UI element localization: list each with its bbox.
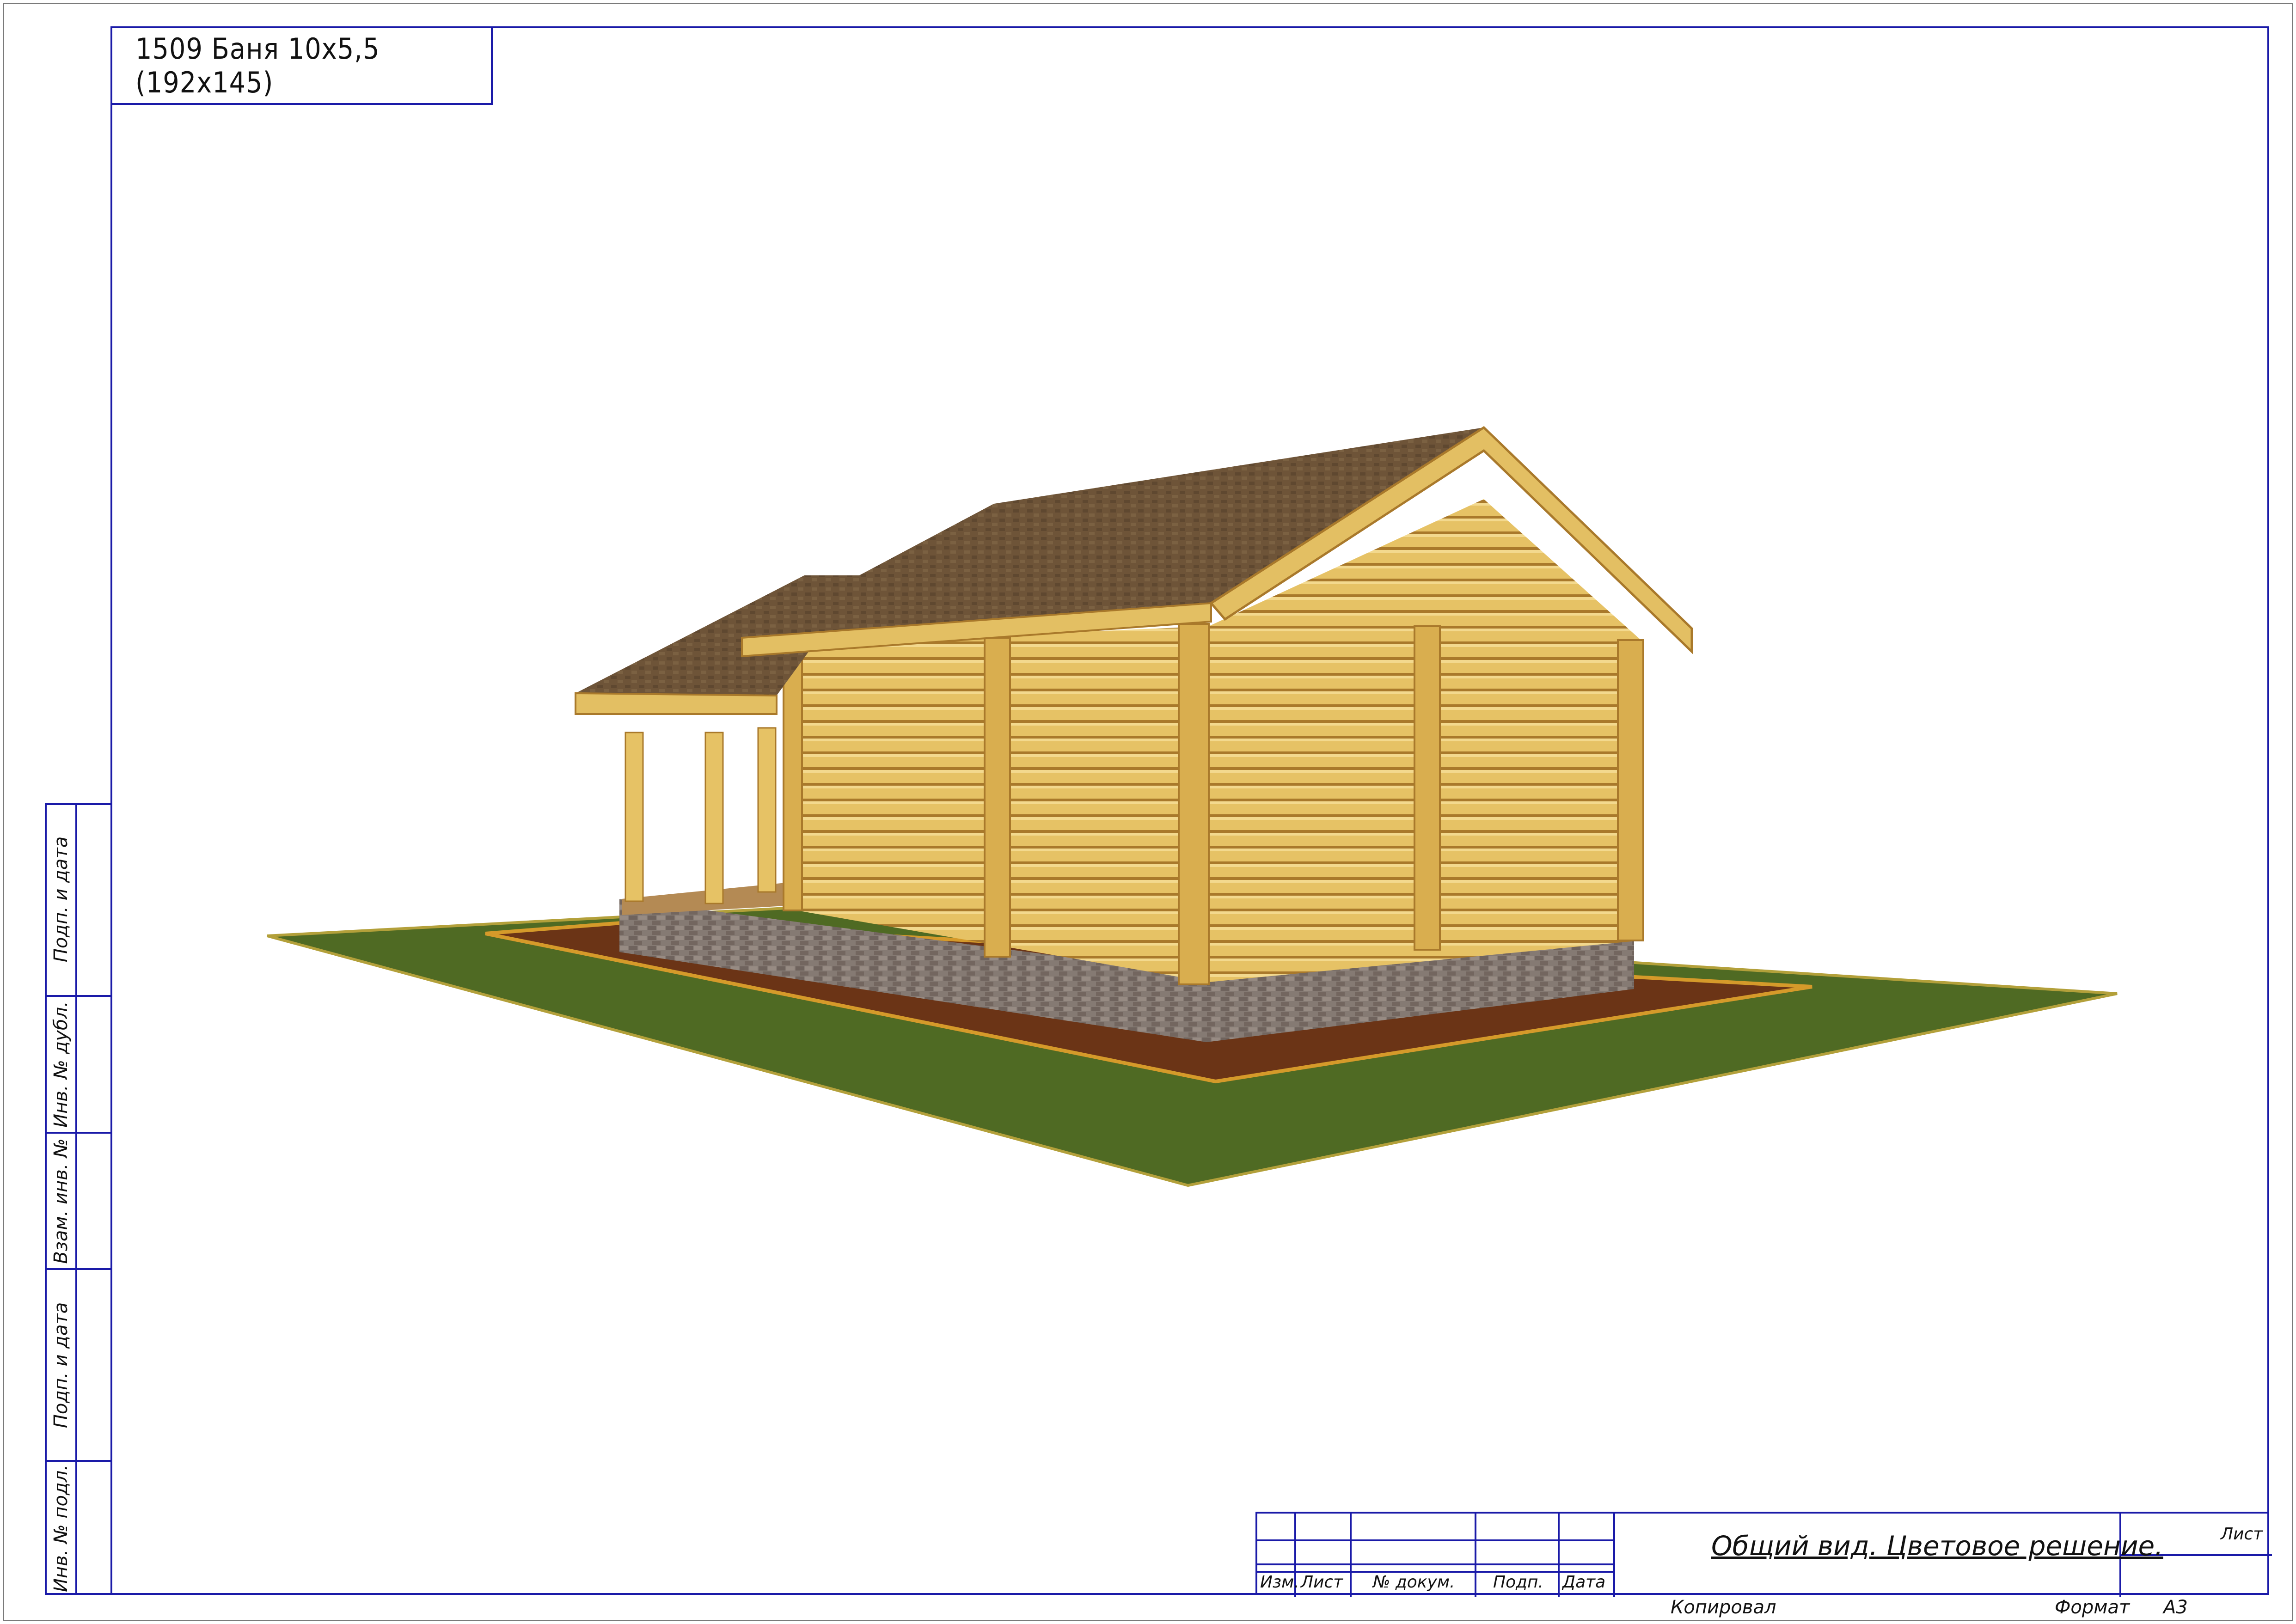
- column-doc-no: № докум.: [1373, 1573, 1455, 1592]
- side-strip: Подп. и дата Инв. № дубл. Взам. инв. № П…: [45, 803, 112, 1595]
- title-block: Изм. Лист № докум. Подп. Дата Общий вид.…: [1255, 1512, 2272, 1597]
- sheet-title: Общий вид. Цветовое решение.: [1711, 1530, 2163, 1562]
- side-label: Подп. и дата: [50, 1302, 72, 1428]
- side-cell-4: Подп. и дата: [47, 1268, 112, 1460]
- copied-label: Копировал: [1671, 1597, 1776, 1618]
- side-label: Взам. инв. №: [50, 1138, 72, 1264]
- column-sheet: Лист: [1301, 1573, 1343, 1592]
- side-label: Инв. № подл.: [50, 1465, 72, 1592]
- format-value: А3: [2163, 1597, 2188, 1618]
- side-label: Подп. и дата: [50, 836, 72, 962]
- side-cell-5: Инв. № подл.: [47, 1460, 112, 1595]
- column-change: Изм.: [1260, 1573, 1299, 1592]
- sheet-label: Лист: [2221, 1525, 2263, 1544]
- side-label: Инв. № дубл.: [50, 1001, 72, 1128]
- format-label: Формат: [2055, 1597, 2130, 1618]
- side-cell-1: Подп. и дата: [47, 803, 112, 995]
- column-signature: Подп.: [1493, 1573, 1543, 1592]
- drawing-title: 1509 Баня 10х5,5 (192х145): [135, 32, 380, 99]
- side-cell-3: Взам. инв. №: [47, 1132, 112, 1268]
- drawing-title-box: 1509 Баня 10х5,5 (192х145): [110, 26, 493, 105]
- side-cell-2: Инв. № дубл.: [47, 995, 112, 1132]
- drawing-frame: [110, 26, 2269, 1595]
- column-date: Дата: [1562, 1573, 1606, 1592]
